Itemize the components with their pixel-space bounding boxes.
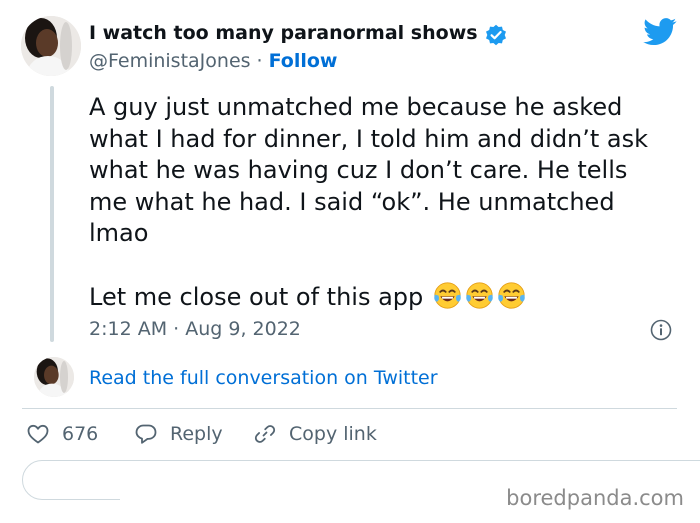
author-avatar[interactable]: [21, 16, 81, 76]
tweet-paragraph-2: Let me close out of this app: [89, 282, 424, 311]
copy-link-label: Copy link: [289, 423, 377, 445]
watermark: boredpanda.com: [506, 486, 684, 510]
reply-bubble-icon: [135, 424, 157, 444]
face-with-tears-of-joy-icon: [466, 281, 494, 309]
tweet-timestamp[interactable]: 2:12 AM · Aug 9, 2022: [89, 318, 301, 340]
author-handle-row: @FeministaJones · Follow: [89, 50, 338, 72]
separator-dot: ·: [256, 50, 263, 72]
divider: [22, 408, 677, 409]
tweet-paragraph-1: A guy just unmatched me because he asked…: [89, 93, 649, 247]
face-with-tears-of-joy-icon: [434, 281, 462, 309]
author-handle[interactable]: @FeministaJones: [89, 50, 251, 72]
verified-badge-icon: [485, 24, 507, 46]
like-count: 676: [62, 423, 99, 445]
link-icon: [254, 425, 276, 443]
twitter-bird-icon[interactable]: [643, 18, 677, 46]
copy-link-button[interactable]: Copy link: [253, 422, 377, 446]
face-with-tears-of-joy-icon: [498, 281, 526, 309]
emoji-group: [423, 281, 526, 311]
heart-icon: [27, 424, 49, 444]
like-button[interactable]: 676: [26, 422, 98, 446]
tweet-paragraph-2-row: Let me close out of this app: [89, 281, 669, 314]
small-author-avatar[interactable]: [34, 357, 74, 397]
info-icon[interactable]: [650, 319, 672, 341]
thread-line: [50, 86, 54, 342]
tweet-text: A guy just unmatched me because he asked…: [89, 92, 669, 313]
reply-button[interactable]: Reply: [134, 422, 223, 446]
read-conversation-link[interactable]: Read the full conversation on Twitter: [89, 367, 438, 389]
author-display-name[interactable]: I watch too many paranormal shows: [89, 22, 478, 44]
reply-label: Reply: [170, 423, 223, 445]
follow-link[interactable]: Follow: [269, 50, 338, 72]
